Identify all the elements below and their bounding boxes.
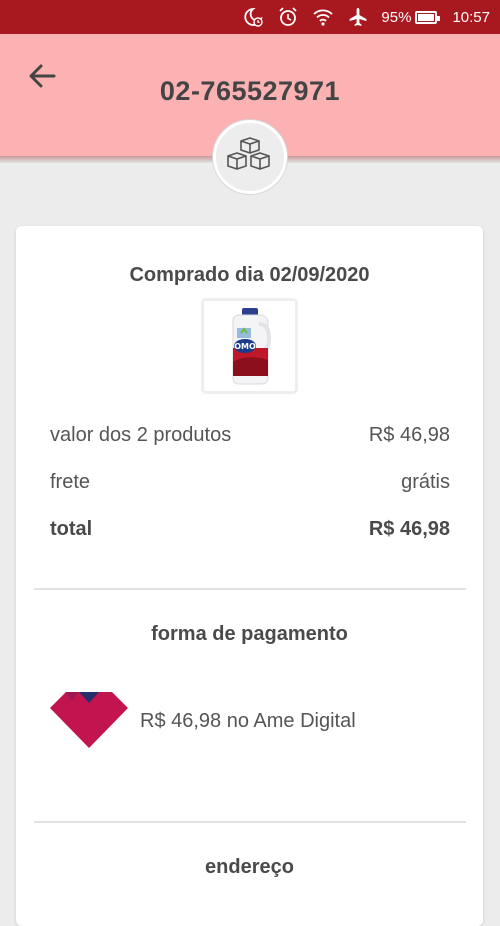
summary-label: frete <box>50 471 91 493</box>
divider <box>34 821 466 823</box>
purchase-date: Comprado dia 02/09/2020 <box>129 264 370 286</box>
product-thumbnail[interactable]: OMO <box>201 298 298 394</box>
battery-icon <box>415 10 441 24</box>
order-card: Comprado dia 02/09/2020 OMO valor dos 2 … <box>16 226 483 926</box>
moon-clock-icon <box>241 5 265 29</box>
airplane-icon <box>346 5 370 29</box>
clock-time: 10:57 <box>452 8 490 26</box>
wifi-icon <box>311 5 335 29</box>
summary-value: R$ 46,98 <box>368 424 450 446</box>
boxes-icon <box>227 137 270 170</box>
status-bar: 95% 10:57 <box>0 0 500 34</box>
address-section-title: endereço <box>205 856 294 878</box>
summary-row-total: total R$ 46,98 <box>50 518 450 541</box>
order-number: 02-765527971 <box>159 76 341 106</box>
divider <box>34 588 466 590</box>
battery-percent: 95% <box>381 8 412 26</box>
payment-description: R$ 46,98 no Ame Digital <box>140 710 356 732</box>
summary-value: grátis <box>401 471 450 493</box>
summary-label: total <box>50 518 93 540</box>
summary-row-shipping: frete grátis <box>50 471 450 494</box>
summary-row-products: valor dos 2 produtos R$ 46,98 <box>50 424 450 447</box>
summary-value: R$ 46,98 <box>368 518 450 540</box>
payment-section-title: forma de pagamento <box>151 623 348 645</box>
ame-digital-logo <box>50 692 128 748</box>
summary-label: valor dos 2 produtos <box>50 424 232 446</box>
boxes-badge <box>213 120 287 194</box>
alarm-icon <box>276 5 300 29</box>
detergent-bottle-image: OMO <box>232 308 271 385</box>
svg-text:OMO: OMO <box>234 342 256 351</box>
